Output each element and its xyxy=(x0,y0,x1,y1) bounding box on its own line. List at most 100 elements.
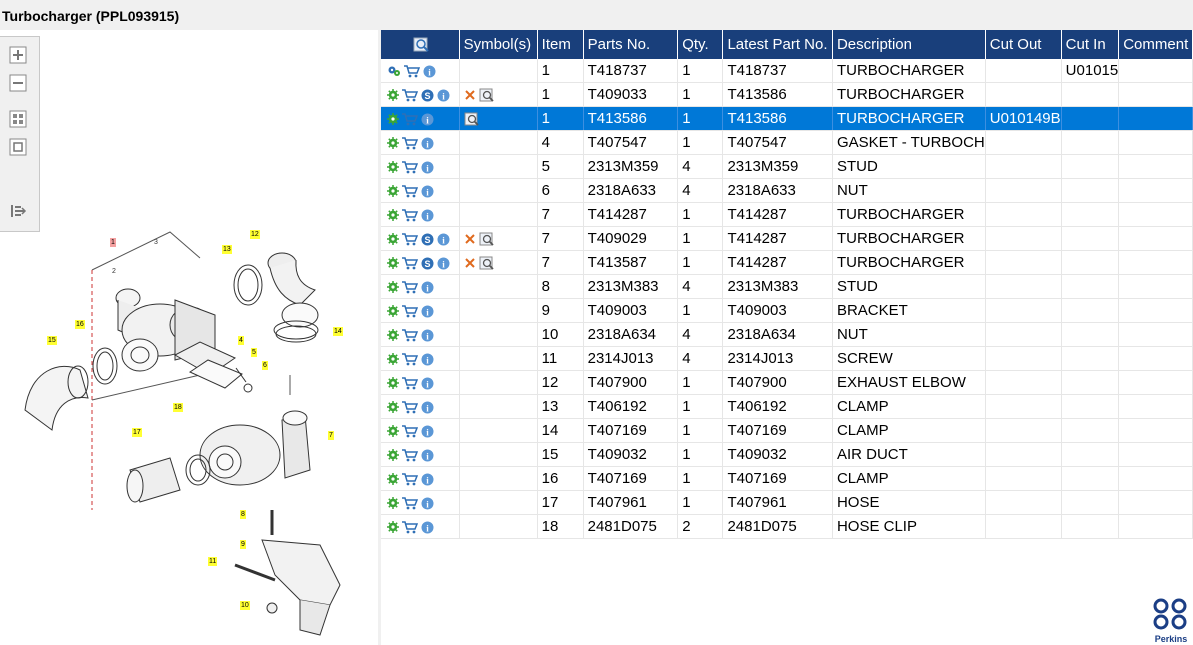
info-icon[interactable]: i xyxy=(421,353,434,366)
symbols-cell[interactable] xyxy=(459,442,538,467)
cut-out-cell[interactable] xyxy=(985,82,1062,107)
cart-icon[interactable] xyxy=(402,88,418,102)
qty-cell[interactable]: 4 xyxy=(677,346,724,371)
part-no-cell[interactable]: T406192 xyxy=(583,394,679,419)
part-no-cell[interactable]: T414287 xyxy=(583,202,679,227)
cut-in-cell[interactable] xyxy=(1061,370,1120,395)
latest-part-no-cell[interactable]: T414287 xyxy=(722,250,833,275)
description-cell[interactable]: TURBOCHARGER xyxy=(832,202,986,227)
info-icon[interactable]: i xyxy=(421,209,434,222)
col-header-latest-part-no[interactable]: Latest Part No. xyxy=(722,30,833,59)
table-row[interactable]: i 8 2313M383 4 2313M383 STUD xyxy=(381,274,1193,299)
comment-cell[interactable] xyxy=(1118,226,1193,251)
symbols-cell[interactable] xyxy=(459,274,538,299)
cut-out-cell[interactable] xyxy=(985,394,1062,419)
item-cell[interactable]: 12 xyxy=(537,370,584,395)
gear-icon[interactable] xyxy=(387,449,399,462)
cart-icon[interactable] xyxy=(404,64,420,78)
part-no-cell[interactable]: T409033 xyxy=(583,82,679,107)
cart-icon[interactable] xyxy=(402,256,418,270)
cut-out-cell[interactable] xyxy=(985,490,1062,515)
gear-icon[interactable] xyxy=(387,185,399,198)
qty-cell[interactable]: 1 xyxy=(677,466,724,491)
qty-cell[interactable]: 4 xyxy=(677,322,724,347)
description-cell[interactable]: HOSE xyxy=(832,490,986,515)
cut-out-cell[interactable] xyxy=(985,346,1062,371)
table-row[interactable]: i 15 T409032 1 T409032 AIR DUCT xyxy=(381,442,1193,467)
latest-part-no-cell[interactable]: 2313M359 xyxy=(722,154,833,179)
description-cell[interactable]: BRACKET xyxy=(832,298,986,323)
col-header-qty[interactable]: Qty. xyxy=(677,30,724,59)
cut-in-cell[interactable] xyxy=(1061,202,1120,227)
actions-cell[interactable]: i xyxy=(381,59,460,83)
latest-part-no-cell[interactable]: T414287 xyxy=(722,202,833,227)
comment-cell[interactable] xyxy=(1118,178,1193,203)
latest-part-no-cell[interactable]: T414287 xyxy=(722,226,833,251)
gear-icon[interactable] xyxy=(387,473,399,486)
latest-part-no-cell[interactable]: T413586 xyxy=(722,106,833,131)
comment-cell[interactable] xyxy=(1118,418,1193,443)
lookup-symbol-icon[interactable] xyxy=(479,88,495,103)
cut-out-cell[interactable] xyxy=(985,226,1062,251)
comment-cell[interactable] xyxy=(1118,106,1193,131)
comment-cell[interactable] xyxy=(1118,370,1193,395)
part-no-cell[interactable]: T413587 xyxy=(583,250,679,275)
part-no-cell[interactable]: 2313M359 xyxy=(583,154,679,179)
qty-cell[interactable]: 1 xyxy=(677,298,724,323)
comment-cell[interactable] xyxy=(1118,202,1193,227)
cut-in-cell[interactable] xyxy=(1061,322,1120,347)
cart-icon[interactable] xyxy=(402,424,418,438)
diagram-callout-15[interactable]: 15 xyxy=(47,336,57,345)
supersession-icon[interactable]: S xyxy=(421,233,434,246)
cut-out-cell[interactable] xyxy=(985,154,1062,179)
comment-cell[interactable] xyxy=(1118,442,1193,467)
item-cell[interactable]: 17 xyxy=(537,490,584,515)
cut-in-cell[interactable] xyxy=(1061,82,1120,107)
description-cell[interactable]: TURBOCHARGER xyxy=(832,106,986,131)
info-icon[interactable]: i xyxy=(421,497,434,510)
comment-cell[interactable] xyxy=(1118,346,1193,371)
actions-cell[interactable]: i xyxy=(381,514,460,539)
table-row[interactable]: i 16 T407169 1 T407169 CLAMP xyxy=(381,466,1193,491)
table-row[interactable]: i 7 T414287 1 T414287 TURBOCHARGER xyxy=(381,202,1193,227)
part-no-cell[interactable]: T407169 xyxy=(583,418,679,443)
cut-out-cell[interactable] xyxy=(985,274,1062,299)
lookup-symbol-icon[interactable] xyxy=(479,256,495,271)
symbols-cell[interactable] xyxy=(459,250,538,275)
gear-icon[interactable] xyxy=(387,137,399,150)
symbols-cell[interactable] xyxy=(459,130,538,155)
symbols-cell[interactable] xyxy=(459,394,538,419)
table-row[interactable]: i 14 T407169 1 T407169 CLAMP xyxy=(381,418,1193,443)
description-cell[interactable]: AIR DUCT xyxy=(832,442,986,467)
item-cell[interactable]: 13 xyxy=(537,394,584,419)
gear-icon[interactable] xyxy=(387,113,399,126)
description-cell[interactable]: STUD xyxy=(832,274,986,299)
item-cell[interactable]: 10 xyxy=(537,322,584,347)
gear-icon[interactable] xyxy=(387,233,399,246)
actions-cell[interactable]: Si xyxy=(381,82,460,107)
part-no-cell[interactable]: T418737 xyxy=(583,59,679,83)
table-row[interactable]: Si 7 T409029 1 T414287 TURBOCHARGER xyxy=(381,226,1193,251)
qty-cell[interactable]: 1 xyxy=(677,418,724,443)
cart-icon[interactable] xyxy=(402,520,418,534)
info-icon[interactable]: i xyxy=(421,305,434,318)
qty-cell[interactable]: 1 xyxy=(677,130,724,155)
item-cell[interactable]: 18 xyxy=(537,514,584,539)
part-no-cell[interactable]: T407169 xyxy=(583,466,679,491)
gear-icon[interactable] xyxy=(387,353,399,366)
cut-out-cell[interactable] xyxy=(985,442,1062,467)
cart-icon[interactable] xyxy=(402,472,418,486)
latest-part-no-cell[interactable]: T406192 xyxy=(722,394,833,419)
diagram-callout-4[interactable]: 4 xyxy=(238,336,244,345)
actions-cell[interactable]: i xyxy=(381,298,460,323)
table-row[interactable]: i 9 T409003 1 T409003 BRACKET xyxy=(381,298,1193,323)
cut-in-cell[interactable] xyxy=(1061,442,1120,467)
description-cell[interactable]: CLAMP xyxy=(832,418,986,443)
part-no-cell[interactable]: T413586 xyxy=(583,106,679,131)
cut-in-cell[interactable] xyxy=(1061,250,1120,275)
comment-cell[interactable] xyxy=(1118,250,1193,275)
part-no-cell[interactable]: T407547 xyxy=(583,130,679,155)
item-cell[interactable]: 7 xyxy=(537,250,584,275)
info-icon[interactable]: i xyxy=(421,473,434,486)
symbols-cell[interactable] xyxy=(459,154,538,179)
